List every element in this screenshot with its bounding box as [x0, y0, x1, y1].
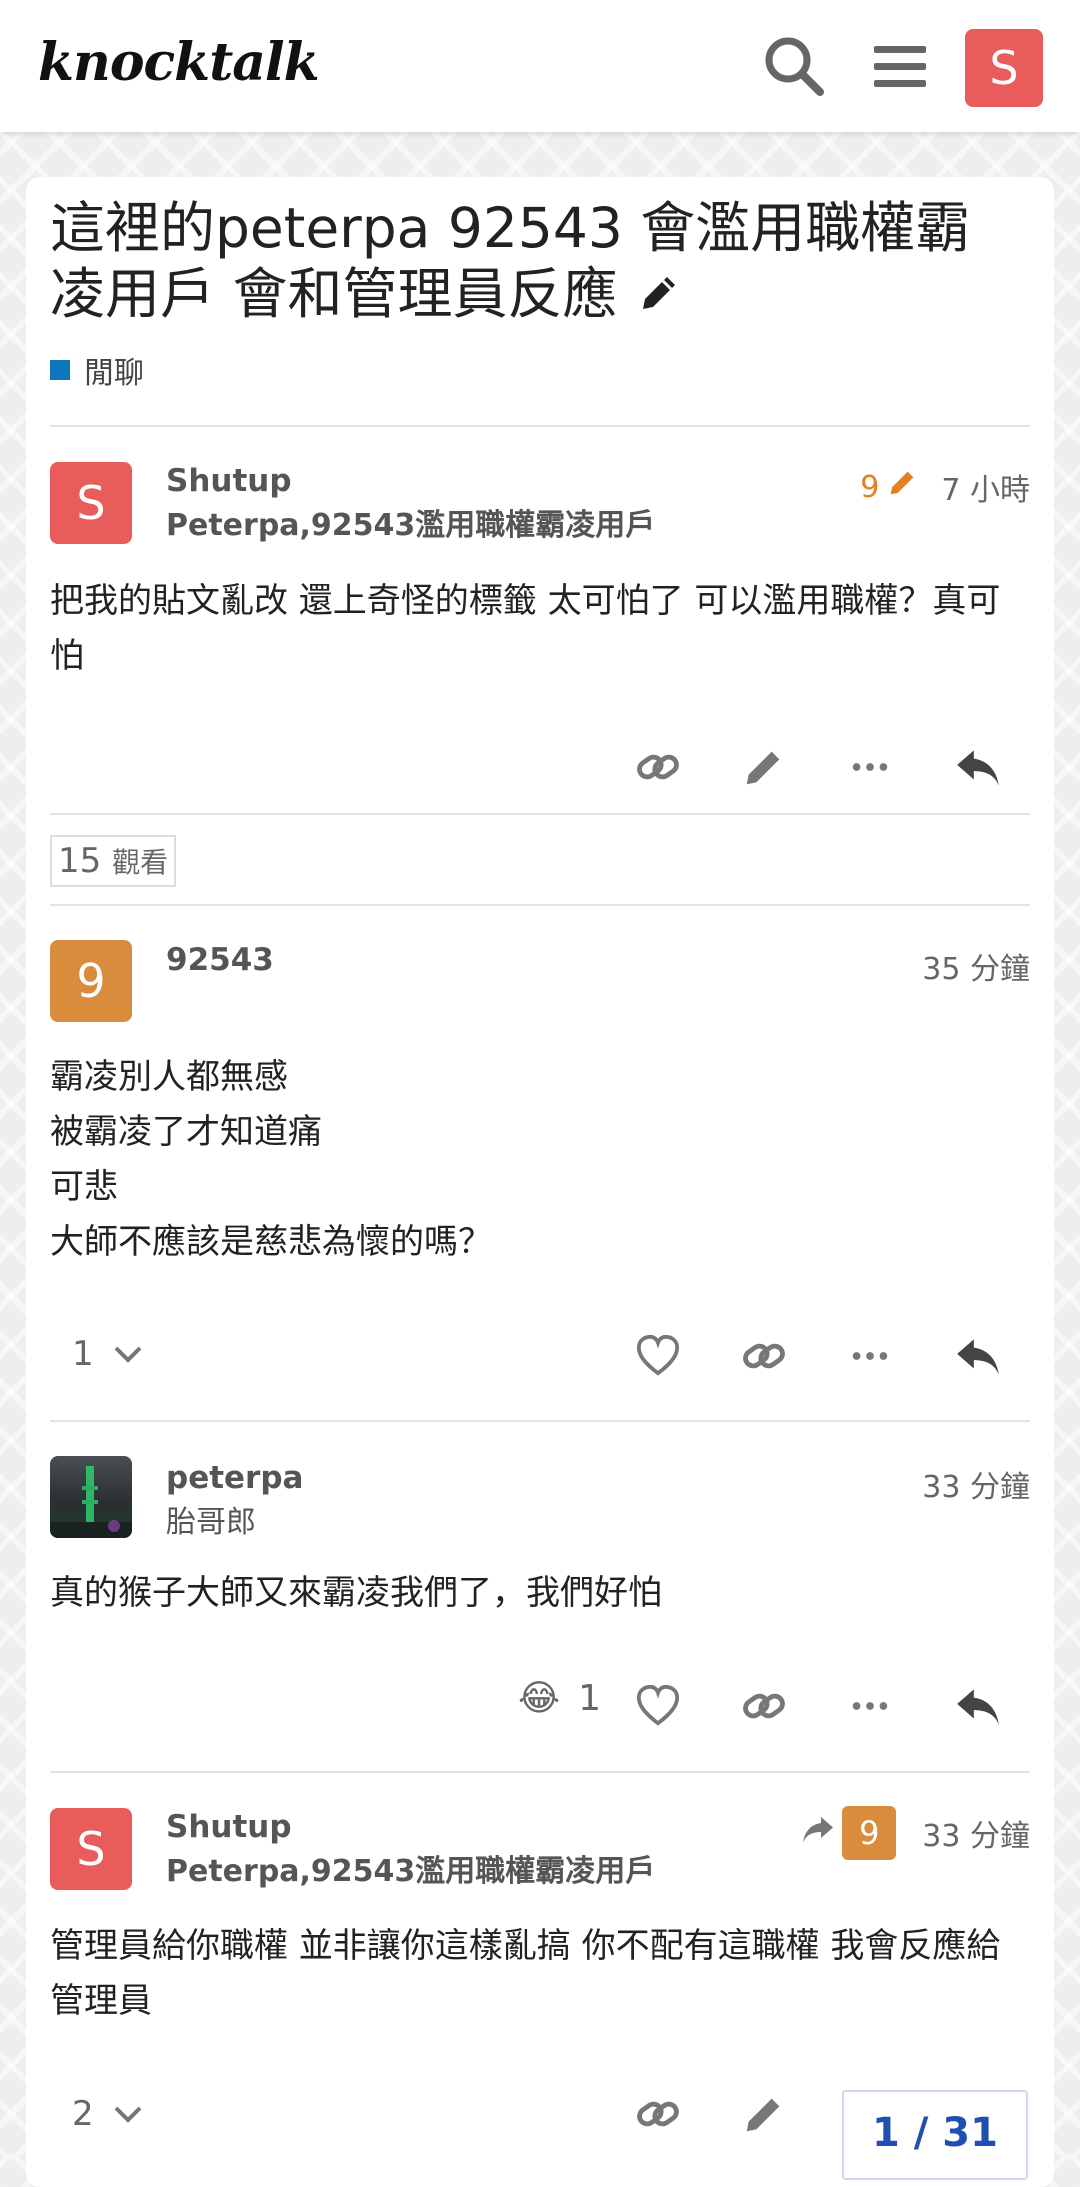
topic-progress-indicator[interactable]: 1 / 31 — [842, 2090, 1028, 2180]
chevron-down-icon — [114, 2106, 142, 2123]
top-header: knocktalk S — [0, 0, 1080, 132]
reply-icon[interactable] — [948, 1676, 1008, 1736]
reply-icon[interactable] — [948, 737, 1008, 797]
edit-post-icon[interactable] — [734, 737, 794, 797]
post-avatar[interactable]: S — [50, 1808, 132, 1890]
edit-post-icon[interactable] — [734, 2084, 794, 2144]
post-user-title: Peterpa,92543濫用職權霸凌用戶 — [166, 1854, 656, 1889]
edit-count[interactable]: 9 — [860, 470, 879, 505]
laughing-emoji-icon: 😂 — [518, 1678, 561, 1719]
post-avatar[interactable]: S — [50, 462, 132, 544]
topic-title-text: 這裡的peterpa 92543 會濫用職權霸凌用戶 會和管理員反應 — [50, 196, 971, 326]
link-icon[interactable] — [628, 737, 688, 797]
post-body: 管理員給你職權 並非讓你這樣亂搞 你不配有這職權 我會反應給管理員 — [50, 1919, 1020, 2029]
post-time[interactable]: 33 分鐘 — [922, 1462, 1030, 1506]
link-icon[interactable] — [734, 1326, 794, 1386]
chevron-down-icon — [114, 1346, 142, 1363]
views-counter: 15 觀看 — [50, 835, 177, 887]
reply-to-avatar[interactable]: 9 — [842, 1806, 897, 1860]
post-time[interactable]: 7 小時 — [941, 465, 1030, 509]
post-text-line: 大師不應該是慈悲為懷的嗎？ — [50, 1222, 492, 1262]
divider — [50, 1771, 1030, 1773]
like-heart-icon[interactable] — [628, 1676, 688, 1736]
category-color-swatch — [50, 360, 70, 380]
search-icon[interactable] — [762, 34, 826, 98]
post-meta: 9 7 小時 — [860, 465, 1030, 509]
post-user-title: Peterpa,92543濫用職權霸凌用戶 — [166, 508, 656, 543]
taipei-101-photo-icon — [50, 1466, 132, 1538]
post-username[interactable]: Shutup — [166, 1809, 292, 1845]
site-logo[interactable]: knocktalk — [38, 32, 320, 93]
user-avatar-button[interactable]: S — [965, 29, 1043, 107]
post-username[interactable]: Shutup — [166, 463, 292, 499]
post-username[interactable]: peterpa — [166, 1460, 303, 1496]
topic-title: 這裡的peterpa 92543 會濫用職權霸凌用戶 會和管理員反應 — [50, 195, 1010, 331]
post-time[interactable]: 35 分鐘 — [922, 944, 1030, 988]
post-body: 把我的貼文亂改 還上奇怪的標籤 太可怕了 可以濫用職權？真可怕 — [50, 574, 1020, 684]
post-text-line: 把我的貼文亂改 還上奇怪的標籤 太可怕了 可以濫用職權？真可怕 — [50, 581, 1001, 676]
category-label: 閒聊 — [84, 356, 144, 391]
link-icon[interactable] — [628, 2084, 688, 2144]
post-body: 霸凌別人都無感 被霸凌了才知道痛 可悲 大師不應該是慈悲為懷的嗎？ — [50, 1050, 1020, 1270]
like-count: 2 — [72, 2094, 94, 2134]
post-text-line: 被霸凌了才知道痛 — [50, 1112, 322, 1152]
link-icon[interactable] — [734, 1676, 794, 1736]
views-count: 15 — [58, 841, 102, 881]
post-text-line: 管理員給你職權 並非讓你這樣亂搞 你不配有這職權 我會反應給管理員 — [50, 1926, 1001, 2021]
edit-title-icon[interactable] — [635, 265, 683, 331]
like-count: 1 — [72, 1334, 94, 1374]
post-text-line: 霸凌別人都無感 — [50, 1057, 288, 1097]
reaction-summary[interactable]: 😂 1 — [518, 1678, 601, 1719]
more-options-icon[interactable] — [840, 1326, 900, 1386]
divider — [50, 1420, 1030, 1422]
like-count-toggle[interactable]: 2 — [72, 2094, 144, 2134]
post-user-title: 胎哥郎 — [166, 1505, 256, 1540]
divider — [50, 904, 1030, 906]
post-text-line: 可悲 — [50, 1167, 118, 1207]
reply-to-arrow-icon — [800, 1811, 836, 1855]
post-time[interactable]: 33 分鐘 — [922, 1811, 1030, 1855]
post-meta: 9 33 分鐘 — [800, 1806, 1030, 1860]
post-text-line: 真的猴子大師又來霸凌我們了，我們好怕 — [50, 1573, 662, 1613]
category-badge[interactable]: 閒聊 — [50, 348, 144, 392]
reply-icon[interactable] — [948, 1326, 1008, 1386]
more-options-icon[interactable] — [840, 737, 900, 797]
hamburger-menu-icon[interactable] — [868, 34, 932, 98]
views-label: 觀看 — [112, 846, 169, 879]
divider — [50, 813, 1030, 815]
post-avatar[interactable]: 9 — [50, 940, 132, 1022]
divider — [50, 425, 1030, 427]
post-body: 真的猴子大師又來霸凌我們了，我們好怕 — [50, 1566, 1020, 1621]
more-options-icon[interactable] — [840, 1676, 900, 1736]
post-avatar-photo[interactable] — [50, 1456, 132, 1538]
post-username[interactable]: 92543 — [166, 942, 274, 978]
like-count-toggle[interactable]: 1 — [72, 1334, 144, 1374]
reaction-count: 1 — [578, 1678, 601, 1719]
like-heart-icon[interactable] — [628, 1326, 688, 1386]
edit-history-icon[interactable] — [885, 466, 919, 508]
